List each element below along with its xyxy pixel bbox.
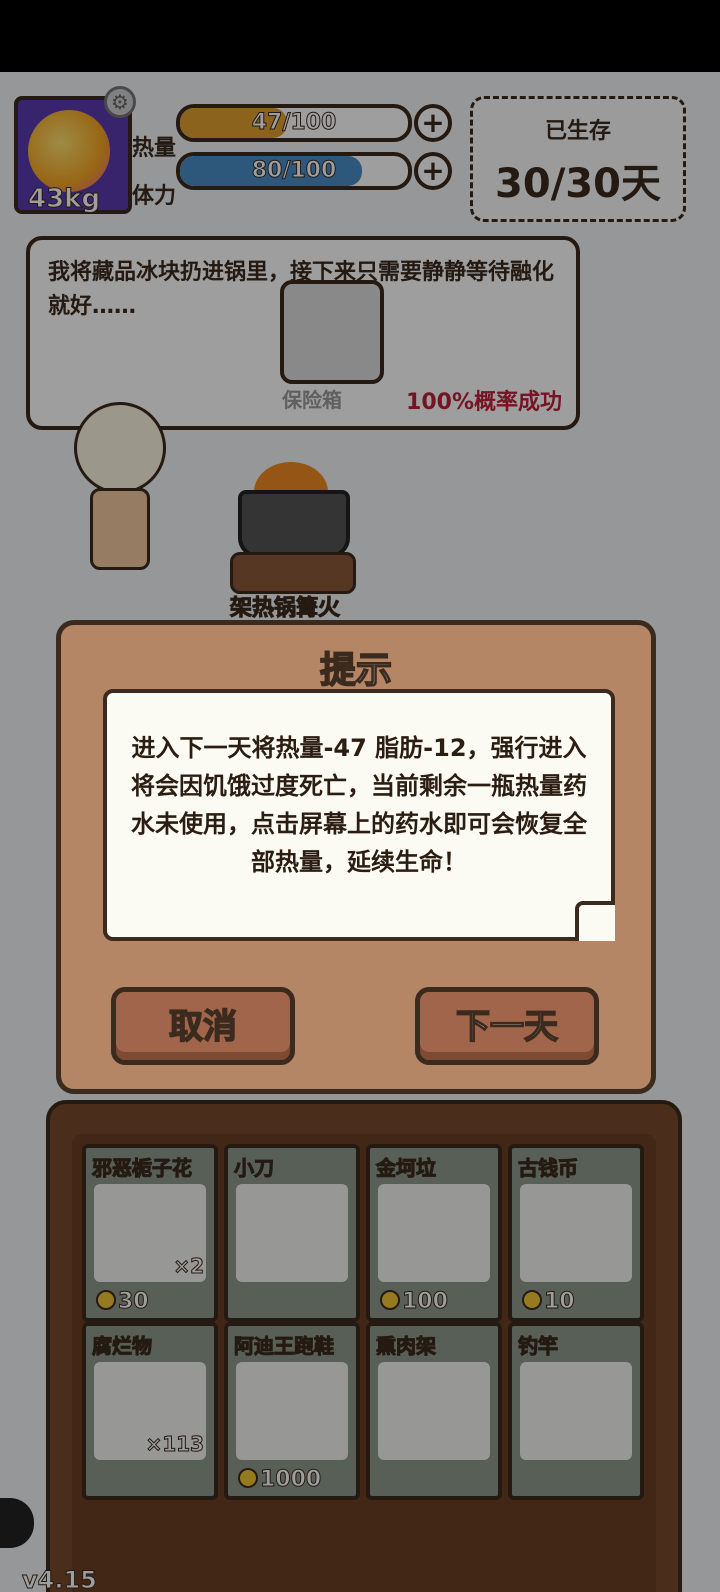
next-day-button[interactable]: 下一天 [415, 987, 599, 1065]
dialog-title: 提示 [319, 649, 393, 692]
page-fold-icon [575, 901, 615, 941]
hint-dialog: 提示 进入下一天将热量-47 脂肪-12，强行进入将会因饥饿过度死亡，当前剩余一… [56, 620, 656, 1094]
dialog-message: 进入下一天将热量-47 脂肪-12，强行进入将会因饥饿过度死亡，当前剩余一瓶热量… [131, 734, 587, 876]
dialog-message-box: 进入下一天将热量-47 脂肪-12，强行进入将会因饥饿过度死亡，当前剩余一瓶热量… [103, 689, 615, 941]
cancel-button[interactable]: 取消 [111, 987, 295, 1065]
